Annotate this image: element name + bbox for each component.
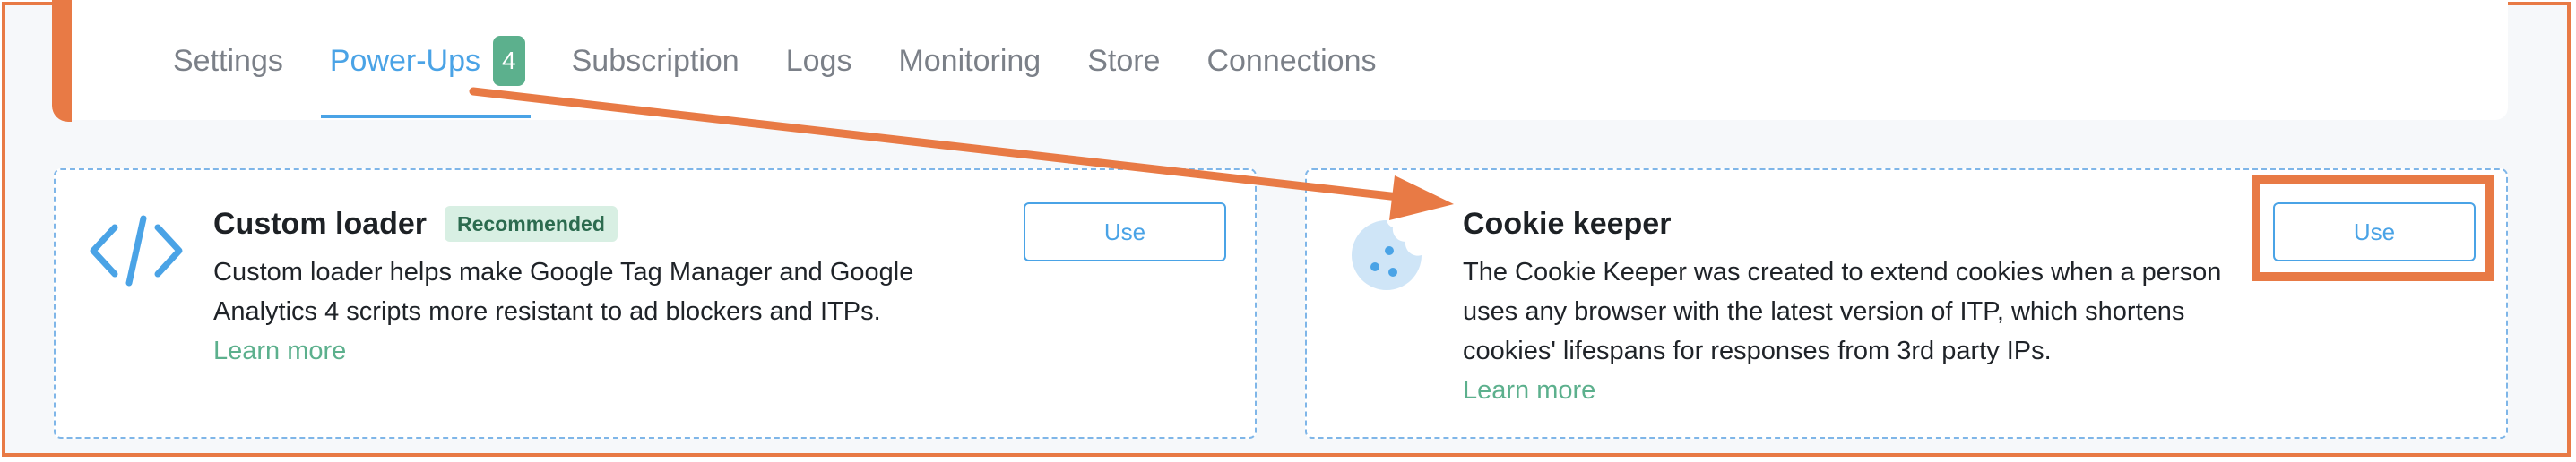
annotation-arrow-icon — [469, 87, 1454, 220]
